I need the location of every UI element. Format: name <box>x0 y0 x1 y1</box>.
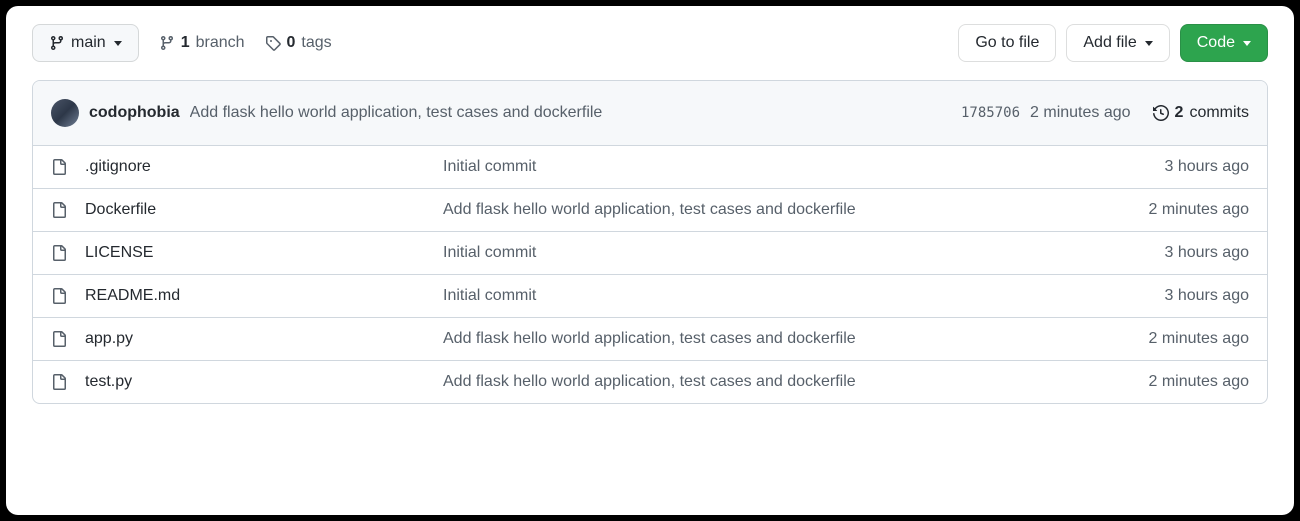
commit-author-link[interactable]: codophobia <box>89 104 180 122</box>
git-branch-icon <box>49 35 65 51</box>
file-name-link[interactable]: test.py <box>85 373 425 391</box>
file-time: 2 minutes ago <box>1148 201 1249 219</box>
toolbar-left: main 1 branch 0 tags <box>32 24 938 62</box>
branch-name: main <box>71 32 106 54</box>
file-commit-link[interactable]: Add flask hello world application, test … <box>443 330 1130 348</box>
file-name-link[interactable]: app.py <box>85 330 425 348</box>
file-time: 3 hours ago <box>1164 287 1249 305</box>
file-icon <box>51 159 67 175</box>
tags-link[interactable]: 0 tags <box>265 34 332 52</box>
commits-link[interactable]: 2 commits <box>1153 104 1249 122</box>
file-icon <box>51 331 67 347</box>
caret-down-icon <box>1243 41 1251 46</box>
file-name-link[interactable]: LICENSE <box>85 244 425 262</box>
file-commit-link[interactable]: Initial commit <box>443 287 1146 305</box>
file-row: test.py Add flask hello world application… <box>33 361 1267 403</box>
commit-count: 2 <box>1175 104 1184 122</box>
tag-label: tags <box>301 34 331 52</box>
branch-select-button[interactable]: main <box>32 24 139 62</box>
branch-label: branch <box>196 34 245 52</box>
go-to-file-button[interactable]: Go to file <box>958 24 1056 62</box>
file-row: LICENSE Initial commit 3 hours ago <box>33 232 1267 275</box>
caret-down-icon <box>114 41 122 46</box>
file-icon <box>51 245 67 261</box>
repo-toolbar: main 1 branch 0 tags Go to file <box>32 24 1268 62</box>
code-label: Code <box>1197 32 1235 54</box>
commit-sha-link[interactable]: 1785706 <box>961 105 1020 121</box>
file-row: .gitignore Initial commit 3 hours ago <box>33 146 1267 189</box>
git-branch-icon <box>159 35 175 51</box>
commit-message-link[interactable]: Add flask hello world application, test … <box>190 104 603 122</box>
commit-count-label: commits <box>1189 104 1249 122</box>
code-button[interactable]: Code <box>1180 24 1268 62</box>
file-icon <box>51 202 67 218</box>
file-commit-link[interactable]: Add flask hello world application, test … <box>443 373 1130 391</box>
branches-link[interactable]: 1 branch <box>159 34 245 52</box>
repo-file-browser: main 1 branch 0 tags Go to file <box>6 6 1294 515</box>
avatar[interactable] <box>51 99 79 127</box>
file-name-link[interactable]: README.md <box>85 287 425 305</box>
file-rows: .gitignore Initial commit 3 hours ago Docke… <box>33 146 1267 403</box>
commit-time: 2 minutes ago <box>1030 104 1131 122</box>
toolbar-right: Go to file Add file Code <box>958 24 1268 62</box>
file-icon <box>51 288 67 304</box>
history-icon <box>1153 105 1169 121</box>
file-time: 3 hours ago <box>1164 158 1249 176</box>
file-time: 3 hours ago <box>1164 244 1249 262</box>
file-commit-link[interactable]: Add flask hello world application, test … <box>443 201 1130 219</box>
caret-down-icon <box>1145 41 1153 46</box>
file-commit-link[interactable]: Initial commit <box>443 158 1146 176</box>
add-file-label: Add file <box>1083 32 1136 54</box>
file-row: README.md Initial commit 3 hours ago <box>33 275 1267 318</box>
latest-commit-bar: codophobia Add flask hello world applica… <box>33 81 1267 146</box>
file-name-link[interactable]: .gitignore <box>85 158 425 176</box>
file-name-link[interactable]: Dockerfile <box>85 201 425 219</box>
file-icon <box>51 374 67 390</box>
file-row: app.py Add flask hello world application,… <box>33 318 1267 361</box>
file-commit-link[interactable]: Initial commit <box>443 244 1146 262</box>
tag-count: 0 <box>287 34 296 52</box>
file-row: Dockerfile Add flask hello world applicat… <box>33 189 1267 232</box>
go-to-file-label: Go to file <box>975 32 1039 54</box>
file-list-box: codophobia Add flask hello world applica… <box>32 80 1268 404</box>
file-time: 2 minutes ago <box>1148 330 1249 348</box>
tag-icon <box>265 35 281 51</box>
file-time: 2 minutes ago <box>1148 373 1249 391</box>
branch-count: 1 <box>181 34 190 52</box>
add-file-button[interactable]: Add file <box>1066 24 1169 62</box>
